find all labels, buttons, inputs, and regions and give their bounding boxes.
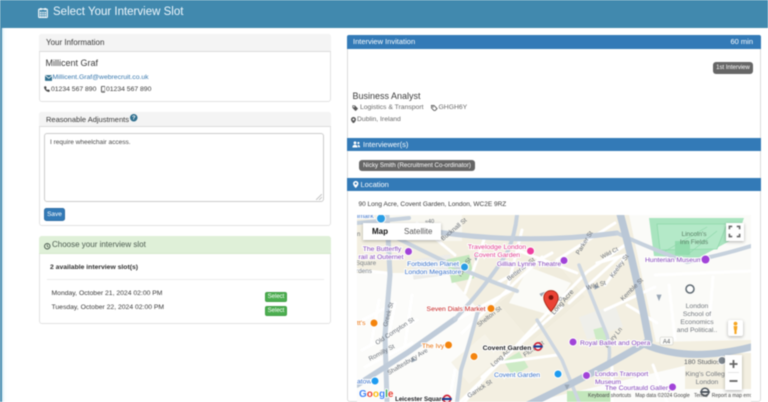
svg-text:Leicester Square: Leicester Square xyxy=(395,396,445,402)
svg-text:School of: School of xyxy=(683,311,711,318)
svg-text:A4: A4 xyxy=(663,340,671,346)
svg-text:Hunterian Museum: Hunterian Museum xyxy=(645,257,703,264)
svg-text:Covent Garden: Covent Garden xyxy=(483,345,532,352)
svg-text:Royal Ballet and Opera: Royal Ballet and Opera xyxy=(580,340,650,347)
svg-text:Gillian Lynne Theatre: Gillian Lynne Theatre xyxy=(497,261,561,268)
svg-text:Square: Square xyxy=(357,260,377,267)
svg-text:King's College: King's College xyxy=(685,371,728,378)
svg-text:180 Studios: 180 Studios xyxy=(684,359,721,366)
svg-text:rail at Outernet: rail at Outernet xyxy=(359,254,404,261)
svg-text:The Butterfly: The Butterfly xyxy=(363,246,402,253)
svg-text:Covent Garden: Covent Garden xyxy=(474,252,520,259)
svg-text:Inn Fields: Inn Fields xyxy=(680,239,709,246)
svg-text:Economics: Economics xyxy=(680,319,714,326)
svg-text:Covent Garden: Covent Garden xyxy=(494,372,540,379)
svg-text:imark: imark xyxy=(357,215,374,220)
svg-text:London: London xyxy=(686,303,709,310)
svg-text:Google: Google xyxy=(359,389,394,400)
svg-text:The Ivy: The Ivy xyxy=(422,343,445,350)
svg-text:Parker St: Parker St xyxy=(575,230,595,256)
svg-text:London Megastore: London Megastore xyxy=(405,269,462,276)
svg-text:London: London xyxy=(696,379,719,386)
svg-text:tt's: tt's xyxy=(357,320,366,327)
svg-text:Travelodge London: Travelodge London xyxy=(468,244,527,251)
svg-text:Forbidden Planet: Forbidden Planet xyxy=(407,261,459,268)
svg-text:Keyboard shortcuts Map data: Keyboard shortcuts Map data ©2024 Google… xyxy=(588,392,751,399)
svg-text:n: n xyxy=(357,232,360,238)
svg-text:and Political..: and Political.. xyxy=(677,327,718,334)
svg-text:?: ? xyxy=(132,116,136,122)
svg-text:Seven Dials Market: Seven Dials Market xyxy=(427,306,486,313)
svg-text:The Courtauld Gallery: The Courtauld Gallery xyxy=(605,385,672,392)
svg-text:London Transport: London Transport xyxy=(595,371,648,378)
svg-text:rdens: rdens xyxy=(357,268,372,275)
svg-text:Wild St: Wild St xyxy=(586,280,607,292)
svg-text:Lincoln's: Lincoln's xyxy=(681,231,707,238)
